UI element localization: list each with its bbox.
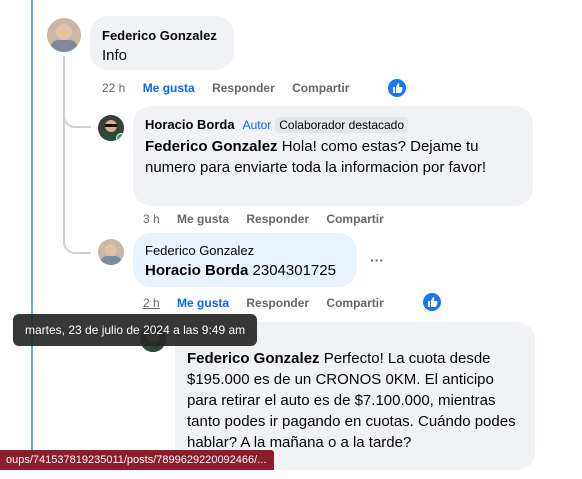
comment-author[interactable]: Horacio Borda [145,117,235,132]
comment-text: Horacio Borda 2304301725 [145,262,336,279]
avatar[interactable] [98,115,124,141]
online-status-icon [116,133,124,141]
comment-time[interactable]: 3 h [143,212,160,226]
comment-text: Federico Gonzalez Perfecto! La cuota des… [187,350,516,451]
thread-line-curve [63,230,91,254]
reply-button[interactable]: Responder [246,212,309,226]
mention-link[interactable]: Horacio Borda [145,262,248,279]
mention-link[interactable]: Federico Gonzalez [187,350,320,367]
comment-bubble: Horacio Borda Autor Colaborador destacado … [133,106,533,206]
author-badge: Autor [242,118,272,132]
reply-button[interactable]: Responder [212,81,275,95]
share-button[interactable]: Compartir [326,212,383,226]
comment-actions: 22 h Me gusta Responder Compartir [102,81,363,95]
comment-bubble: Federico Gonzalez Horacio Borda 23043017… [133,233,357,287]
comment-author[interactable]: Federico Gonzalez [102,28,217,43]
like-reaction-icon[interactable] [388,79,406,97]
comment-text: Federico Gonzalez Hola! como estas? Deja… [145,138,487,176]
status-bar-url: oups/741537819235011/posts/7899629220092… [0,450,275,470]
like-button[interactable]: Me gusta [143,81,195,95]
avatar[interactable] [47,18,81,52]
comment-time[interactable]: 22 h [102,81,125,95]
like-reaction-icon[interactable] [423,293,441,311]
more-options-icon[interactable]: ··· [370,252,384,268]
share-button[interactable]: Compartir [292,81,349,95]
comment-author[interactable]: Federico Gonzalez [145,243,254,258]
like-button[interactable]: Me gusta [177,296,229,310]
comment-time[interactable]: 2 h [143,296,160,310]
mention-link[interactable]: Federico Gonzalez [145,138,278,155]
thread-line [31,0,33,470]
reply-button[interactable]: Responder [246,296,309,310]
like-button[interactable]: Me gusta [177,212,229,226]
timestamp-tooltip: martes, 23 de julio de 2024 a las 9:49 a… [13,314,258,346]
avatar[interactable] [98,239,124,265]
comment-actions: 2 h Me gusta Responder Compartir [143,296,398,310]
comment-text: Info [102,47,128,64]
thread-line-curve [63,104,91,128]
comment-actions: 3 h Me gusta Responder Compartir [143,212,398,226]
top-contributor-badge[interactable]: Colaborador destacado [275,117,409,133]
thread-line [63,56,65,241]
share-button[interactable]: Compartir [326,296,383,310]
comment-bubble: Federico Gonzalez Info [90,16,234,70]
